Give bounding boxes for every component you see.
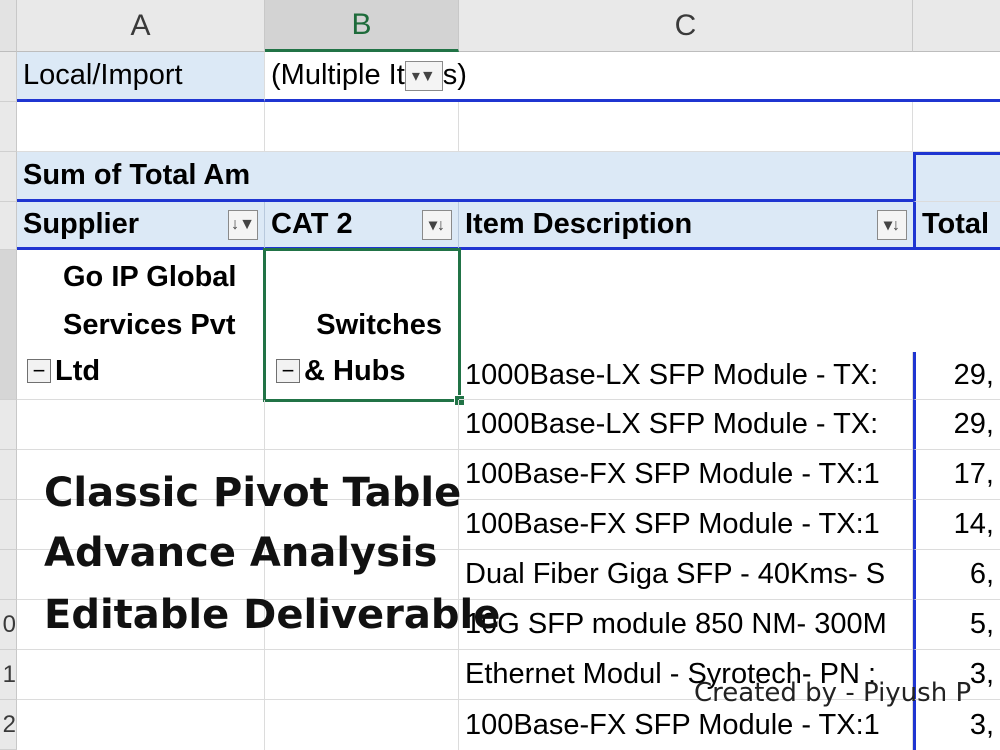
item-description-text: 1000Base-LX SFP Module - TX: — [465, 408, 879, 440]
cat2-field-header[interactable]: CAT 2 ▾↓ — [265, 202, 459, 250]
supplier-row-label[interactable]: Go IP Global Services Pvt − Ltd — [17, 250, 265, 400]
row-header[interactable] — [0, 250, 17, 400]
item-description-text: Dual Fiber Giga SFP - 40Kms- S — [465, 558, 886, 590]
collapse-minus-icon[interactable]: − — [276, 359, 300, 383]
empty-cell[interactable] — [17, 102, 265, 152]
item-description-field-header[interactable]: Item Description ▾↓ — [459, 202, 913, 250]
column-label: B — [351, 7, 372, 41]
filter-icon[interactable]: ↓▼ — [228, 209, 258, 240]
total-cell[interactable]: 6, — [913, 550, 1000, 600]
column-label: A — [130, 8, 151, 42]
report-filter-field[interactable]: Local/Import — [17, 52, 265, 102]
total-cell[interactable]: 29, — [913, 400, 1000, 450]
total-value: 17, — [953, 458, 994, 490]
empty-cell[interactable] — [265, 102, 459, 152]
item-description-cell[interactable]: 100Base-FX SFP Module - TX:1 — [459, 500, 913, 550]
row-label: 2 — [2, 710, 16, 738]
filter-value-text-end: s) — [442, 59, 467, 91]
creator-credit: Created by - Piyush P — [694, 678, 972, 708]
row-label: 0 — [2, 610, 16, 638]
total-cell[interactable]: 5, — [913, 600, 1000, 650]
supplier-field-header[interactable]: Supplier ↓▼ — [17, 202, 265, 250]
sort-dropdown-icon[interactable]: ▾↓ — [877, 209, 907, 240]
item-description-cell[interactable]: 100Base-FX SFP Module - TX:1 — [459, 450, 913, 500]
total-value: 3, — [969, 708, 994, 741]
item-description-text: 1000Base-LX SFP Module - TX: — [465, 359, 879, 391]
column-header-a[interactable]: A — [17, 0, 265, 52]
item-description-cell[interactable]: 10G SFP module 850 NM- 300M — [459, 600, 913, 650]
filter-field-label: Local/Import — [23, 59, 183, 91]
item-description-text: 100Base-FX SFP Module - TX:1 — [465, 458, 880, 490]
filter-icon[interactable]: ▾▼ — [404, 60, 443, 91]
collapse-minus-icon[interactable]: − — [27, 359, 51, 383]
overlay-title-line-3: Editable Deliverable — [44, 592, 501, 638]
filter-value-text: (Multiple It — [271, 59, 405, 91]
column-header-d[interactable] — [913, 0, 1000, 52]
item-description-text: 100Base-FX SFP Module - TX:1 — [465, 708, 880, 741]
sort-dropdown-icon[interactable]: ▾↓ — [422, 209, 452, 240]
row-header[interactable] — [0, 202, 17, 250]
row-header[interactable] — [0, 102, 17, 152]
total-value: 3, — [969, 658, 994, 690]
row-header[interactable] — [0, 400, 17, 450]
cat2-name-line-2: & Hubs — [304, 354, 406, 387]
item-description-cell[interactable]: Dual Fiber Giga SFP - 40Kms- S — [459, 550, 913, 600]
report-filter-value[interactable]: (Multiple It ▾▼ s) — [265, 52, 1000, 102]
total-cell[interactable]: 14, — [913, 500, 1000, 550]
supplier-name-line-2: Services Pvt — [63, 308, 236, 341]
row-label: 1 — [2, 660, 16, 688]
overlay-title-line-2: Advance Analysis — [44, 530, 438, 576]
cat2-header-label: CAT 2 — [271, 208, 353, 240]
spreadsheet-grid: A B C 0 1 2 Local/Import (Multiple It ▾▼ s… — [0, 0, 1000, 750]
cat2-name-line-1: Switches — [316, 308, 442, 341]
row-header[interactable] — [0, 52, 17, 102]
column-header-c[interactable]: C — [459, 0, 913, 52]
total-value: 6, — [969, 558, 994, 590]
total-cell[interactable]: 17, — [913, 450, 1000, 500]
row-header-12[interactable]: 2 — [0, 700, 17, 750]
cat2-row-label-selected[interactable]: Switches − & Hubs — [263, 248, 461, 402]
total-value: 14, — [953, 508, 994, 540]
item-description-header-label: Item Description — [465, 208, 693, 240]
total-header-label: Total — [922, 208, 990, 240]
supplier-name-line-3: Ltd — [55, 354, 101, 387]
row-header[interactable] — [0, 450, 17, 500]
row-header[interactable] — [0, 550, 17, 600]
pivot-column-area[interactable] — [913, 152, 1000, 202]
item-description-cell[interactable]: 1000Base-LX SFP Module - TX: — [459, 400, 913, 450]
supplier-header-label: Supplier — [23, 208, 140, 240]
values-header-label: Sum of Total Am — [23, 159, 251, 191]
empty-cell[interactable] — [913, 102, 1000, 152]
total-value: 29, — [953, 359, 994, 391]
row-header[interactable] — [0, 152, 17, 202]
pivot-values-header[interactable]: Sum of Total Am — [17, 152, 913, 202]
item-description-text: 100Base-FX SFP Module - TX:1 — [465, 508, 880, 540]
overlay-title-line-1: Classic Pivot Table — [44, 470, 462, 516]
row-header-11[interactable]: 1 — [0, 650, 17, 700]
column-label: C — [674, 8, 697, 42]
item-description-cell[interactable]: 1000Base-LX SFP Module - TX: — [459, 352, 913, 400]
total-cell[interactable]: 29, — [913, 352, 1000, 400]
item-description-text: 10G SFP module 850 NM- 300M — [465, 608, 887, 640]
row-header-10[interactable]: 0 — [0, 600, 17, 650]
total-value: 5, — [969, 608, 994, 640]
supplier-name-line-1: Go IP Global — [63, 260, 237, 293]
select-all-corner[interactable] — [0, 0, 17, 52]
total-field-header[interactable]: Total — [913, 202, 1000, 250]
empty-cell[interactable] — [459, 102, 913, 152]
column-header-b[interactable]: B — [265, 0, 459, 52]
row-header[interactable] — [0, 500, 17, 550]
total-value: 29, — [953, 408, 994, 440]
